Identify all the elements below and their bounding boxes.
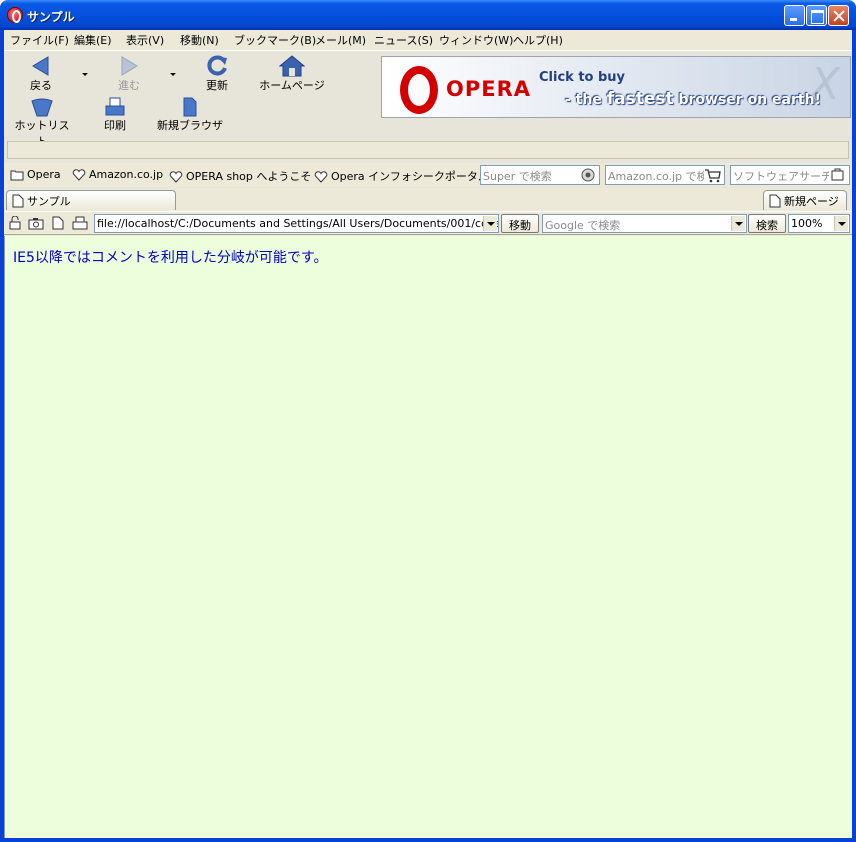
- menu-help[interactable]: ヘルプ(H): [513, 32, 563, 48]
- banner-headline: Click to buy: [539, 70, 626, 85]
- google-search-placeholder: Google で検索: [545, 219, 621, 232]
- home-label: ホームページ: [259, 79, 325, 92]
- window-border-right: [852, 30, 856, 838]
- bookmark-opera-shop[interactable]: OPERA shop へようこそ: [169, 168, 311, 184]
- google-search-field[interactable]: Google で検索: [542, 214, 747, 233]
- menu-bar: ファイル(F) 編集(E) 表示(V) 移動(N) ブックマーク(B) メール(…: [4, 30, 852, 49]
- opera-ad-banner[interactable]: X OPERA Click to buy - the fastest brows…: [381, 56, 851, 118]
- back-arrow-icon: [32, 56, 49, 76]
- address-bar: file://localhost/C:/Documents and Settin…: [4, 211, 852, 235]
- new-browser-button[interactable]: 新規ブラウザ: [156, 97, 224, 133]
- window-title: サンプル: [27, 10, 75, 24]
- print-preview-icon[interactable]: [72, 216, 88, 230]
- page-content: IE5以降ではコメントを利用した分岐が可能です。: [4, 236, 852, 838]
- opera-app-icon[interactable]: [7, 7, 23, 23]
- menu-view[interactable]: 表示(V): [126, 32, 164, 48]
- back-button[interactable]: 戻る: [24, 55, 58, 93]
- title-bar[interactable]: サンプル: [0, 0, 856, 30]
- bookmark-label: OPERA shop へようこそ: [186, 170, 312, 183]
- heart-icon: [72, 169, 86, 181]
- go-button[interactable]: 移動: [501, 214, 539, 233]
- menu-edit[interactable]: 編集(E): [74, 32, 112, 48]
- banner-brand: OPERA: [446, 77, 532, 101]
- bookmark-label: Opera インフォシークポータル: [331, 170, 489, 183]
- amazon-search-placeholder: Amazon.co.jp で検索: [608, 170, 719, 183]
- forward-arrow-icon: [121, 56, 138, 76]
- printer-icon: [105, 97, 125, 116]
- menu-bookmarks[interactable]: ブックマーク(B): [234, 32, 316, 48]
- zoom-value: 100%: [791, 217, 823, 230]
- bookmark-amazon[interactable]: Amazon.co.jp: [72, 168, 163, 181]
- reload-label: 更新: [206, 79, 228, 92]
- print-label: 印刷: [104, 119, 126, 132]
- close-button[interactable]: [828, 5, 849, 26]
- back-label: 戻る: [30, 79, 52, 92]
- search-go-icon[interactable]: [579, 167, 597, 183]
- toolbar-empty-strip: [7, 141, 849, 159]
- bookmark-label: Opera: [27, 168, 61, 181]
- menu-mail[interactable]: メール(M): [315, 32, 366, 48]
- forward-history-dropdown[interactable]: [170, 73, 176, 76]
- heart-icon: [314, 171, 328, 183]
- maximize-button[interactable]: [806, 5, 827, 26]
- banner-tagline-suffix: browser on earth!: [673, 92, 821, 108]
- new-browser-label: 新規ブラウザ: [157, 119, 223, 132]
- banner-tagline: - the fastest browser on earth!: [565, 89, 821, 109]
- back-history-dropdown[interactable]: [82, 73, 88, 76]
- home-icon: [279, 55, 305, 77]
- page-text: IE5以降ではコメントを利用した分岐が可能です。: [13, 250, 328, 266]
- page-tab-bar: サンプル 新規ページ: [4, 188, 852, 210]
- software-search-input[interactable]: ソフトウェアサーチ で: [730, 165, 850, 185]
- folder-icon: [10, 170, 24, 181]
- bookmark-folder-opera[interactable]: Opera: [10, 168, 61, 181]
- address-field[interactable]: file://localhost/C:/Documents and Settin…: [94, 214, 499, 233]
- page-icon: [12, 194, 24, 208]
- hotlist-icon: [31, 98, 53, 117]
- home-button[interactable]: ホームページ: [257, 55, 327, 93]
- bookmark-label: Amazon.co.jp: [89, 168, 164, 181]
- reload-button[interactable]: 更新: [200, 55, 234, 93]
- shopping-cart-icon[interactable]: [704, 167, 722, 183]
- search-button[interactable]: 検索: [748, 214, 786, 233]
- reload-icon: [207, 55, 227, 76]
- camera-icon[interactable]: [28, 216, 44, 230]
- new-page-icon: [183, 97, 197, 117]
- browser-window: サンプル ファイル(F) 編集(E) 表示(V) 移動(N) ブックマーク(B)…: [0, 0, 856, 842]
- super-search-placeholder: Super で検索: [483, 170, 552, 183]
- forward-label: 進む: [118, 79, 140, 92]
- tab-label: サンプル: [27, 195, 71, 208]
- security-lock-icon[interactable]: [8, 216, 22, 230]
- browser-client-area: ファイル(F) 編集(E) 表示(V) 移動(N) ブックマーク(B) メール(…: [4, 30, 852, 838]
- menu-navigate[interactable]: 移動(N): [180, 32, 219, 48]
- bookmark-opera-infoseek[interactable]: Opera インフォシークポータル: [314, 168, 489, 184]
- amazon-search-input[interactable]: Amazon.co.jp で検索: [605, 165, 725, 185]
- banner-tagline-prefix: - the: [565, 92, 607, 108]
- zoom-dropdown-arrow[interactable]: [834, 216, 848, 231]
- zoom-select[interactable]: 100%: [788, 214, 850, 233]
- forward-button[interactable]: 進む: [112, 55, 146, 93]
- page-info-icon[interactable]: [52, 216, 64, 230]
- page-icon: [769, 194, 781, 208]
- tab-label: 新規ページ: [784, 195, 839, 208]
- search-engine-dropdown-arrow[interactable]: [731, 216, 745, 231]
- banner-tagline-emphasis: fastest: [606, 89, 674, 109]
- software-search-icon[interactable]: [829, 167, 847, 183]
- menu-file[interactable]: ファイル(F): [10, 32, 69, 48]
- opera-logo-icon: [400, 66, 438, 114]
- super-search-input[interactable]: Super で検索: [480, 165, 600, 185]
- address-value: file://localhost/C:/Documents and Settin…: [97, 217, 499, 230]
- address-dropdown-arrow[interactable]: [483, 216, 497, 231]
- personal-bar: Opera Amazon.co.jp OPERA shop へようこそ Oper…: [4, 163, 852, 187]
- minimize-button[interactable]: [784, 5, 805, 26]
- menu-news[interactable]: ニュース(S): [374, 32, 433, 48]
- tab-new-page[interactable]: 新規ページ: [763, 190, 847, 210]
- heart-icon: [169, 171, 183, 183]
- tab-sample[interactable]: サンプル: [6, 190, 176, 210]
- print-button[interactable]: 印刷: [98, 97, 132, 133]
- window-border-bottom: [0, 838, 856, 842]
- menu-window[interactable]: ウィンドウ(W): [439, 32, 513, 48]
